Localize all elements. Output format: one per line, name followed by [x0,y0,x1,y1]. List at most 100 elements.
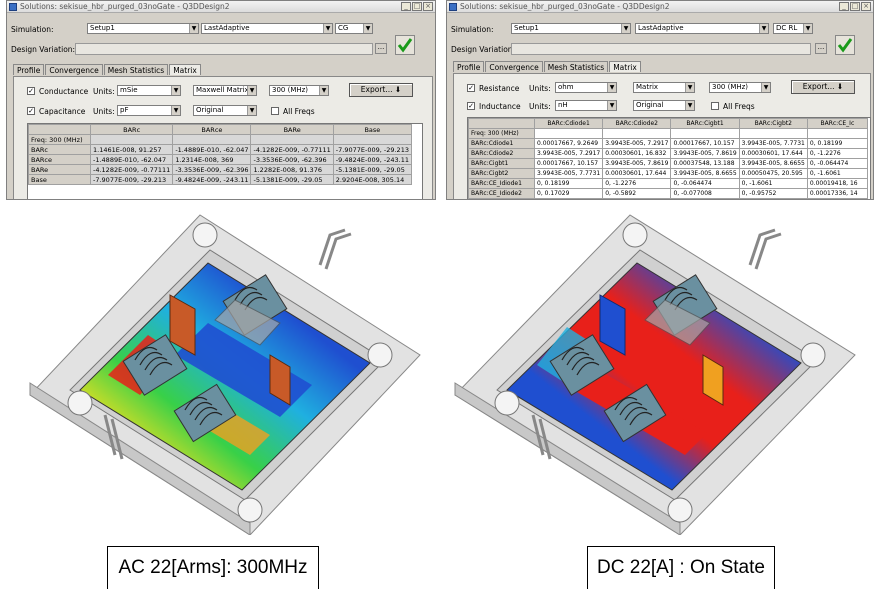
matrix-cell[interactable]: 3.9943E-005, 8.6655 [738,158,808,169]
matrix-cell[interactable]: -7.9077E-009, -29.213 [332,144,412,155]
matrix-cell[interactable]: -3.3536E-009, -62.396 [250,154,334,165]
matrix-cell[interactable]: 0.00050475, 20.595 [738,168,808,179]
matrix-cell[interactable]: 0, -0.064474 [806,158,868,169]
solution-type-select[interactable]: DC RL ▼ [773,23,813,34]
all-freqs-checkbox[interactable] [271,107,279,115]
row-header: BARc:Cigbt1 [468,158,535,169]
export-button[interactable]: Export... ⬇ [791,80,855,94]
units-label: Units: [93,107,115,116]
matrix-cell[interactable]: 0.00017667, 10.157 [670,138,740,149]
column-header: BARc:Cigbt2 [738,118,808,129]
tab-matrix[interactable]: Matrix [169,64,201,75]
matrix-cell[interactable]: 0, -1.2276 [602,178,672,189]
capacitance-matrix-select[interactable]: Original ▼ [193,105,257,116]
matrix-cell[interactable]: 0.00030601, 17.644 [602,168,672,179]
mounting-hole [667,497,693,523]
setup-select[interactable]: Setup1 ▼ [511,23,631,34]
pass-select[interactable]: LastAdaptive ▼ [201,23,333,34]
mounting-hole [800,342,826,368]
inductance-matrix-select[interactable]: Original ▼ [633,100,695,111]
simulation-label: Simulation: [451,25,494,34]
capacitance-checkbox[interactable]: ✓ [27,107,35,115]
resistance-checkbox[interactable]: ✓ [467,84,475,92]
matrix-cell[interactable]: 0.00017336, 14 [806,188,868,199]
matrix-cell[interactable]: 3.9943E-005, 7.7731 [533,168,604,179]
tab-convergence[interactable]: Convergence [45,64,103,75]
tab-matrix[interactable]: Matrix [609,61,641,72]
close-button[interactable]: × [861,2,871,11]
export-button[interactable]: Export... ⬇ [349,83,413,97]
matrix-cell[interactable]: 0.00037548, 13.188 [670,158,740,169]
tab-mesh-statistics[interactable]: Mesh Statistics [103,64,169,75]
matrix-cell[interactable]: 0.00030601, 17.644 [738,148,808,159]
matrix-cell[interactable]: 1.2314E-008, 369 [172,154,252,165]
tab-mesh-statistics[interactable]: Mesh Statistics [543,61,609,72]
matrix-cell[interactable]: -7.9077E-009, -29.213 [89,174,174,185]
matrix-cell[interactable]: 2.9204E-008, 305.14 [332,174,412,185]
matrix-cell[interactable]: 0.00017667, 9.2649 [533,138,604,149]
matrix-cell[interactable]: 1.2282E-008, 91.376 [250,164,334,175]
tab-convergence[interactable]: Convergence [485,61,543,72]
matrix-cell[interactable]: 0, 0.18199 [533,178,604,189]
matrix-cell[interactable]: 3.9943E-005, 7.2917 [602,138,672,149]
mounting-hole [367,342,393,368]
apply-check-button[interactable] [395,35,415,55]
matrix-cell[interactable]: 0, 0.18199 [806,138,868,149]
matrix-cell[interactable]: -9.4824E-009, -243.11 [332,154,412,165]
matrix-cell[interactable]: 0, -1.6061 [806,168,868,179]
capacitance-units-select[interactable]: pF ▼ [117,105,181,116]
matrix-cell[interactable]: -4.1282E-009, -0.77111 [89,164,174,175]
matrix-cell[interactable]: 3.9943E-005, 7.7731 [738,138,808,149]
pass-select[interactable]: LastAdaptive ▼ [635,23,769,34]
matrix-cell[interactable]: 3.9943E-005, 8.6655 [670,168,740,179]
maximize-button[interactable]: □ [850,2,860,11]
minimize-button[interactable]: _ [839,2,849,11]
inductance-units-select[interactable]: nH ▼ [555,100,617,111]
matrix-type-select[interactable]: Maxwell Matrix ▼ [193,85,257,96]
all-freqs-checkbox[interactable] [711,102,719,110]
apply-check-button[interactable] [835,35,855,55]
matrix-cell[interactable]: 0, -0.5892 [602,188,672,199]
matrix-cell[interactable]: -9.4824E-009, -243.11 [172,174,252,185]
design-variation-button[interactable]: ... [815,43,827,54]
matrix-cell[interactable]: 0, -1.2276 [806,148,868,159]
close-button[interactable]: × [423,2,433,11]
matrix-cell[interactable]: 0, -0.077008 [670,188,740,199]
matrix-cell[interactable]: 0, -0.95752 [738,188,808,199]
conductance-checkbox[interactable]: ✓ [27,87,35,95]
design-variation-field[interactable] [511,43,811,55]
matrix-cell[interactable]: 3.9943E-005, 7.8619 [602,158,672,169]
tab-profile[interactable]: Profile [13,64,45,75]
matrix-cell[interactable]: 3.9943E-005, 7.8619 [670,148,740,159]
matrix-cell[interactable]: 1.1461E-008, 91.257 [89,144,174,155]
matrix-cell[interactable]: 0, 0.17029 [533,188,604,199]
matrix-cell[interactable]: 0.00019418, 16 [806,178,868,189]
chevron-down-icon: ▼ [607,83,616,92]
inductance-checkbox[interactable]: ✓ [467,102,475,110]
design-variation-field[interactable] [75,43,373,55]
matrix-cell[interactable]: -4.1282E-009, -0.77111 [250,144,334,155]
matrix-cell[interactable]: 0, -0.064474 [670,178,740,189]
matrix-cell[interactable]: -1.4889E-010, -62.047 [172,144,252,155]
design-variation-button[interactable]: ... [375,43,387,54]
matrix-cell[interactable]: -3.3536E-009, -62.396 [172,164,252,175]
dc-caption: DC 22[A] : On State [587,546,775,589]
matrix-cell[interactable]: 3.9943E-005, 7.2917 [533,148,604,159]
minimize-button[interactable]: _ [401,2,411,11]
matrix-cell[interactable]: -5.1381E-009, -29.05 [250,174,334,185]
tab-profile[interactable]: Profile [453,61,485,72]
matrix-cell[interactable]: -5.1381E-009, -29.05 [332,164,412,175]
units-label: Units: [93,87,115,96]
matrix-type-select[interactable]: Matrix ▼ [633,82,695,93]
matrix-cell[interactable]: 0, -1.6061 [738,178,808,189]
frequency-select[interactable]: 300 (MHz) ▼ [269,85,329,96]
matrix-cell[interactable]: 0.00030601, 16.832 [602,148,672,159]
matrix-cell[interactable]: 0.00017667, 10.157 [533,158,604,169]
setup-select[interactable]: Setup1 ▼ [87,23,199,34]
matrix-cell[interactable]: -1.4889E-010, -62.047 [89,154,174,165]
resistance-units-select[interactable]: ohm ▼ [555,82,617,93]
maximize-button[interactable]: □ [412,2,422,11]
frequency-select[interactable]: 300 (MHz) ▼ [709,82,771,93]
solution-type-select[interactable]: CG ▼ [335,23,373,34]
conductance-units-select[interactable]: mSie ▼ [117,85,181,96]
